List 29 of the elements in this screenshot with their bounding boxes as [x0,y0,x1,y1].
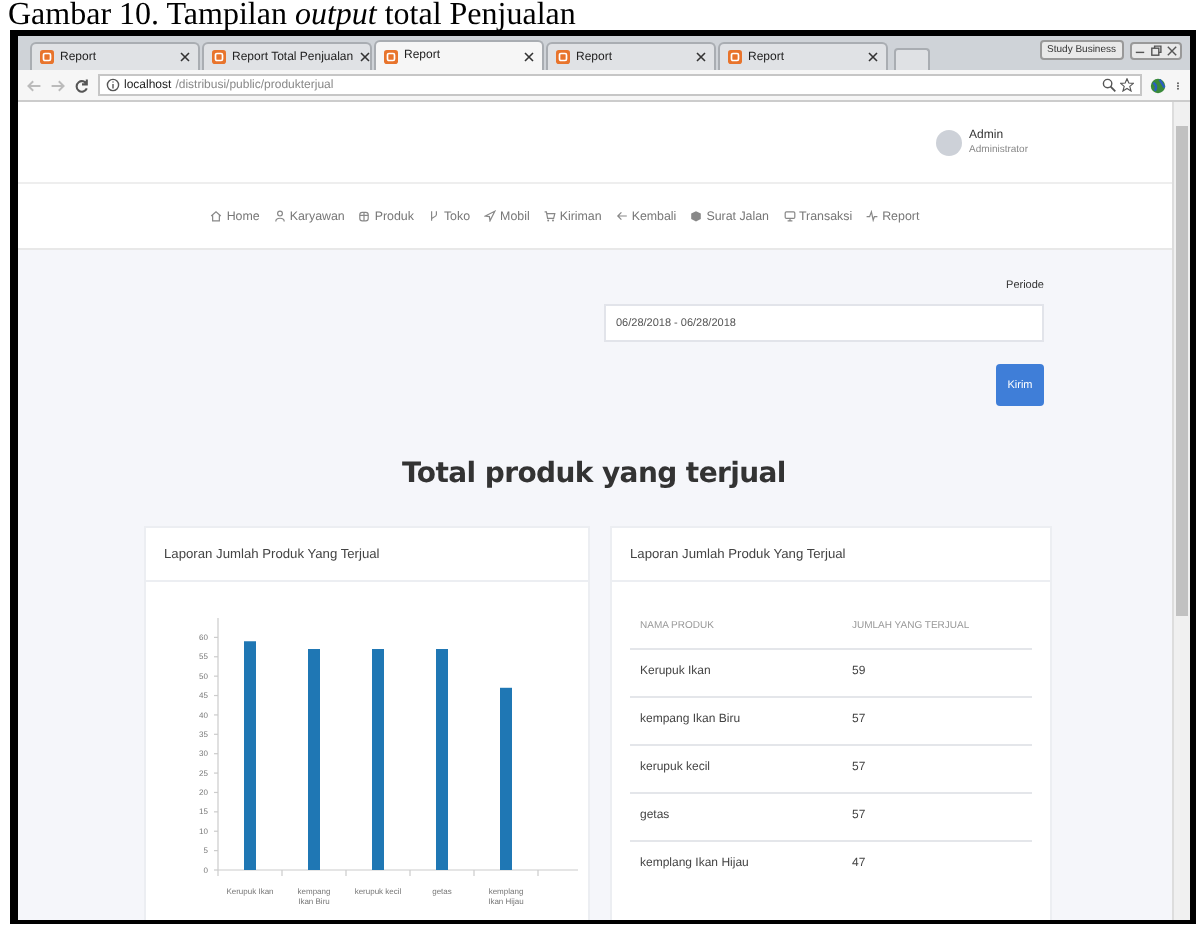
home-icon [210,210,223,222]
favicon-icon [212,50,226,64]
favicon-icon [384,49,398,63]
person-icon [273,210,286,222]
cart-icon [543,210,556,222]
paper-plane-icon [484,210,497,222]
favicon-icon [40,50,54,64]
cube-icon [690,210,703,222]
globe-icon[interactable] [1150,77,1166,93]
close-icon[interactable] [180,52,190,62]
scrollbar-thumb[interactable] [1176,126,1188,616]
info-icon [106,78,120,92]
monitor-icon [783,210,795,222]
page-title: Total produk yang terjual [400,458,788,490]
close-icon[interactable] [868,52,878,62]
close-icon[interactable] [696,52,706,62]
branch-icon [427,210,440,222]
reload-icon[interactable] [74,77,90,93]
box-icon [358,210,371,222]
favicon-icon [556,50,570,64]
favicon-icon [728,50,742,64]
close-icon[interactable] [524,51,534,61]
pulse-icon [866,210,879,222]
close-icon[interactable] [1164,43,1180,57]
close-icon[interactable] [359,52,370,62]
star-icon[interactable] [1120,78,1134,92]
arrow-left-icon [615,210,628,222]
restore-icon[interactable] [1148,43,1164,57]
zoom-icon[interactable] [1102,78,1116,92]
